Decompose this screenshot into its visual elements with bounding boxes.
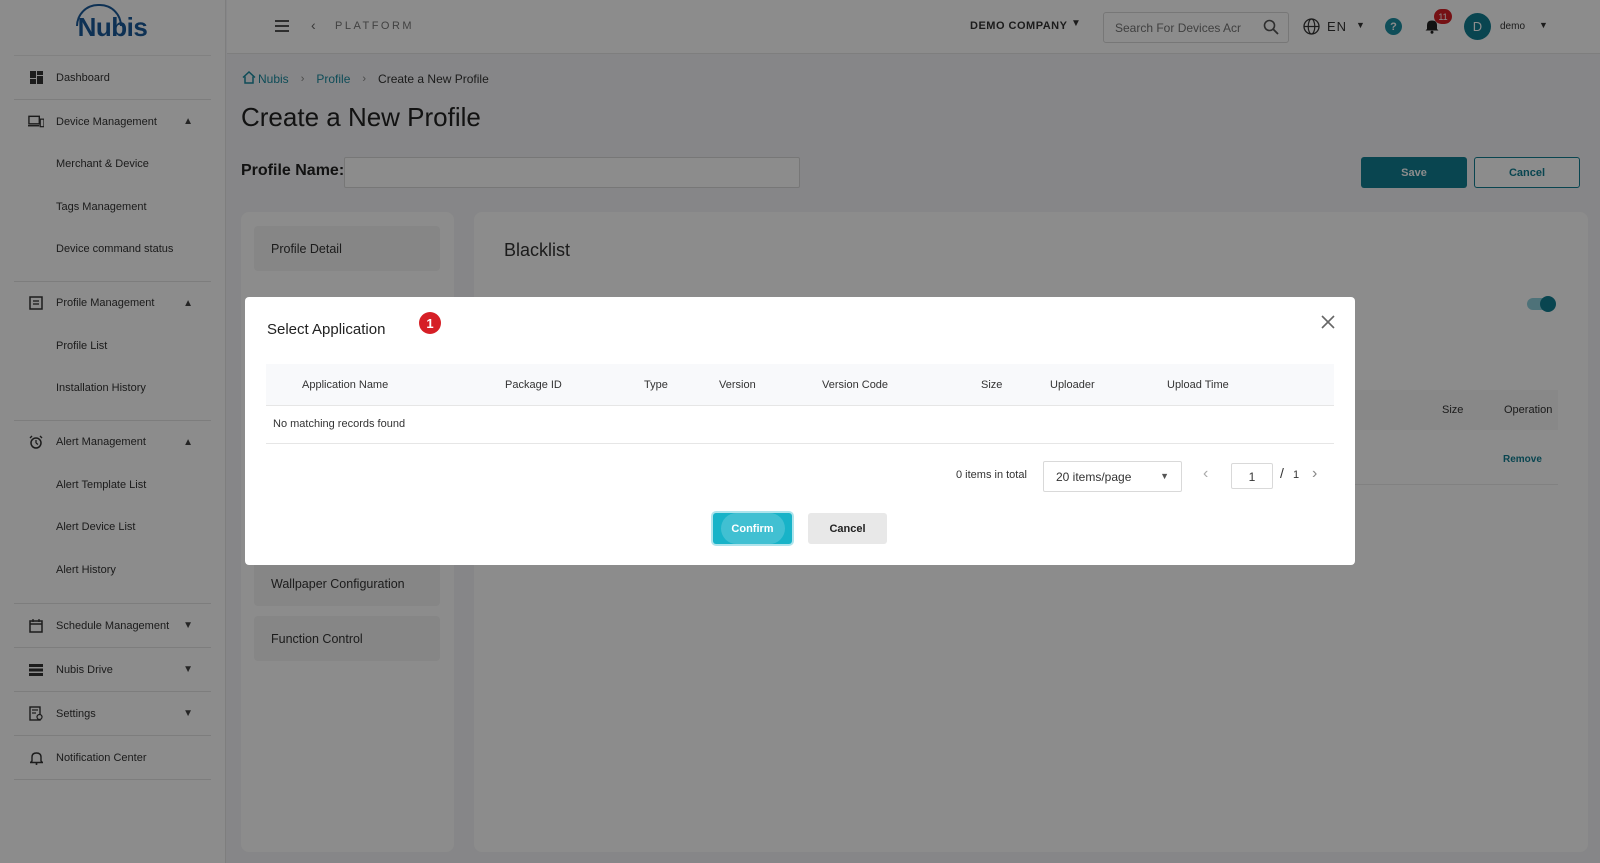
application-table-header: Application Name Package ID Type Version… [266, 364, 1334, 406]
column-upload-time[interactable]: Upload Time [1167, 379, 1229, 391]
total-items: 0 items in total [956, 469, 1027, 481]
dialog-title: Select Application [267, 321, 386, 338]
page-size-select[interactable]: 20 items/page ▼ [1043, 461, 1182, 492]
close-icon[interactable] [1321, 315, 1335, 329]
column-size[interactable]: Size [981, 379, 1002, 391]
column-package-id[interactable]: Package ID [505, 379, 562, 391]
total-pages: 1 [1293, 469, 1300, 481]
next-page-icon[interactable]: › [1312, 465, 1317, 483]
caret-down-icon: ▼ [1160, 471, 1169, 481]
column-version-code[interactable]: Version Code [822, 379, 888, 391]
column-application-name[interactable]: Application Name [302, 379, 388, 391]
empty-table-message: No matching records found [266, 406, 1334, 444]
page-size-value: 20 items/page [1056, 470, 1132, 484]
dialog-cancel-button[interactable]: Cancel [808, 513, 887, 544]
column-uploader[interactable]: Uploader [1050, 379, 1095, 391]
select-application-dialog: Select Application 1 Application Name Pa… [245, 297, 1355, 565]
prev-page-icon[interactable]: ‹ [1203, 465, 1208, 483]
confirm-label: Confirm [731, 522, 774, 535]
column-type[interactable]: Type [644, 379, 668, 391]
step-number-badge: 1 [419, 312, 441, 334]
column-version[interactable]: Version [719, 379, 756, 391]
page-separator: / [1280, 465, 1284, 481]
confirm-button[interactable]: Confirm [713, 513, 792, 544]
page-number-input[interactable]: 1 [1231, 463, 1273, 489]
